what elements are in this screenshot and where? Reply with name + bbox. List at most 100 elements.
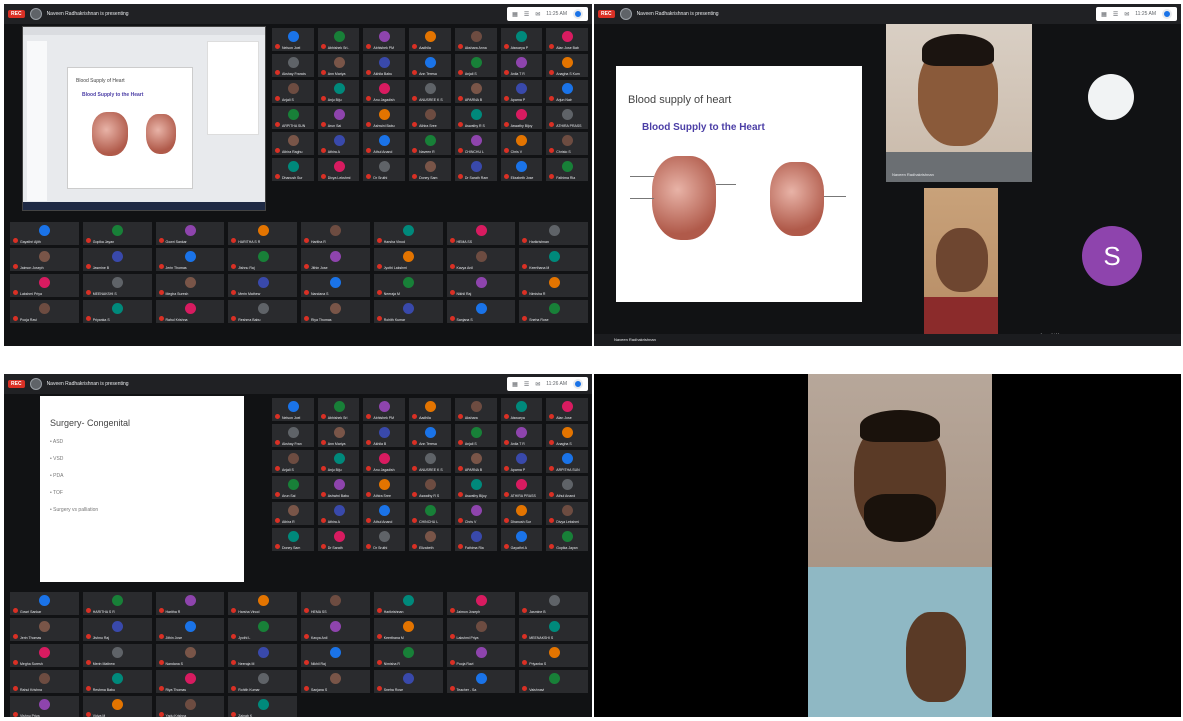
participant-tile[interactable]: Anjali S: [454, 54, 497, 77]
participant-tile[interactable]: Sneha Rose: [519, 300, 588, 323]
participant-tile[interactable]: Akhila Babu: [363, 54, 406, 77]
participant-tile[interactable]: Vishnu Priya: [10, 696, 79, 717]
user-avatar[interactable]: [573, 9, 583, 19]
participant-tile[interactable]: Dhanush Sur: [500, 502, 543, 525]
participant-tile[interactable]: ARPITHA SUN: [546, 450, 588, 473]
participant-tile[interactable]: Ann Teresa: [409, 54, 451, 77]
participant-tile[interactable]: Chris V: [500, 132, 543, 155]
layout-icon[interactable]: ▦: [512, 381, 518, 388]
participant-tile[interactable]: Kavya Anil: [301, 618, 370, 641]
participant-tile[interactable]: Anagha S: [546, 424, 588, 447]
participant-tile[interactable]: Arjun Nair: [546, 80, 588, 103]
participant-tile[interactable]: Christo S: [546, 132, 588, 155]
participant-tile[interactable]: Abhishek Sri..: [317, 28, 360, 51]
user-avatar[interactable]: [1162, 9, 1172, 19]
participant-tile[interactable]: Pooja Ravi: [446, 644, 516, 667]
participant-tile[interactable]: Athira Sree: [409, 106, 451, 129]
participant-tile[interactable]: Priyanka S: [519, 644, 588, 667]
participant-tile[interactable]: Gopika Jayan: [82, 222, 152, 245]
participant-tile[interactable]: Zainab K: [228, 696, 297, 717]
participant-tile[interactable]: Keerthana M: [373, 618, 443, 641]
participant-tile[interactable]: CHINCHU L: [409, 502, 451, 525]
participant-tile[interactable]: ATHIRA PRASS: [500, 476, 543, 499]
participant-tile[interactable]: Teacher - Sa: [446, 670, 516, 693]
participant-video-1[interactable]: [886, 24, 1032, 182]
participant-tile[interactable]: MEENAKSHI S: [519, 618, 588, 641]
participant-tile[interactable]: Akhila B: [363, 424, 406, 447]
participant-tile[interactable]: Rohith Kumar: [228, 670, 297, 693]
participant-tile[interactable]: Gowri Sankar: [10, 592, 79, 615]
participant-tile[interactable]: Jasmine B: [82, 248, 152, 271]
participant-tile[interactable]: ANUSREE K S: [409, 450, 451, 473]
participant-tile[interactable]: Keerthana M: [519, 248, 588, 271]
participant-tile[interactable]: Neeraja M: [228, 644, 297, 667]
participant-tile[interactable]: Jithin Jose: [155, 618, 225, 641]
participant-tile[interactable]: Jithin Jose: [301, 248, 370, 271]
participant-tile[interactable]: Gowri Sankar: [155, 222, 225, 245]
participant-tile[interactable]: Nelson Joel: [272, 28, 314, 51]
chat-icon[interactable]: ✉: [535, 381, 540, 388]
participant-tile[interactable]: Nimisha R: [519, 274, 588, 297]
participant-tile[interactable]: Chris V: [454, 502, 497, 525]
participant-tile[interactable]: Jaimon Joseph: [10, 248, 79, 271]
participant-tile[interactable]: Vaishnavi: [519, 670, 588, 693]
participant-tile[interactable]: Jyothi L: [228, 618, 297, 641]
participant-tile[interactable]: Anjali S: [272, 80, 314, 103]
participant-tile[interactable]: Sneha Rose: [373, 670, 443, 693]
participant-tile[interactable]: Jyothi Lakshmi: [373, 248, 443, 271]
participant-tile[interactable]: Harikrishnan: [519, 222, 588, 245]
participant-tile[interactable]: Anu Jagadish: [363, 80, 406, 103]
participant-tile[interactable]: Nimisha R: [373, 644, 443, 667]
participant-tile[interactable]: Akshay Francis: [272, 54, 314, 77]
participant-tile[interactable]: APARNA B: [454, 80, 497, 103]
participant-tile[interactable]: ATHIRA PRASS: [546, 106, 588, 129]
participant-tile[interactable]: Aparna P: [500, 80, 543, 103]
participant-tile[interactable]: Akshara: [454, 398, 497, 421]
participant-tile[interactable]: Jishnu Raj: [82, 618, 152, 641]
participant-tile[interactable]: Aiswarya P: [500, 28, 543, 51]
participant-tile[interactable]: Anjali S: [454, 424, 497, 447]
participant-tile[interactable]: Jerin Thomas: [155, 248, 225, 271]
participant-tile[interactable]: Merin Mathew: [228, 274, 297, 297]
user-avatar[interactable]: [573, 379, 583, 389]
people-icon[interactable]: ☰: [1113, 11, 1118, 18]
participant-tile[interactable]: Aiswarya: [500, 398, 543, 421]
participant-tile[interactable]: Aswathy R S: [409, 476, 451, 499]
participant-tile[interactable]: Anu Jagadish: [363, 450, 406, 473]
participant-tile[interactable]: Ashwini Babu: [317, 476, 360, 499]
chat-icon[interactable]: ✉: [1124, 11, 1129, 18]
participant-tile[interactable]: Sanjana S: [301, 670, 370, 693]
participant-tile[interactable]: Fathima Ria: [546, 158, 588, 181]
participant-tile[interactable]: Riya Thomas: [301, 300, 370, 323]
participant-tile[interactable]: Priyanka S: [82, 300, 152, 323]
participant-tile[interactable]: APARNA B: [454, 450, 497, 473]
participant-tile[interactable]: Naveen R: [409, 132, 451, 155]
participant-tile[interactable]: Vidya M: [82, 696, 152, 717]
participant-tile[interactable]: Arun Sai: [272, 476, 314, 499]
participant-tile[interactable]: Merin Mathew: [82, 644, 152, 667]
participant-tile[interactable]: Harsha Vinod: [373, 222, 443, 245]
participant-tile[interactable]: HARITHA S R: [82, 592, 152, 615]
participant-tile[interactable]: Athira A: [317, 502, 360, 525]
participant-tile[interactable]: Nandana S: [301, 274, 370, 297]
participant-tile[interactable]: Akshara Anna: [454, 28, 497, 51]
participant-tile[interactable]: Aswathy Bijoy: [454, 476, 497, 499]
participant-tile[interactable]: Lakshmi Priya: [446, 618, 516, 641]
participant-tile[interactable]: Arun Sai: [317, 106, 360, 129]
participant-video-2[interactable]: [924, 188, 998, 343]
participant-tile[interactable]: Athira Sree: [363, 476, 406, 499]
participant-tile[interactable]: Haritha R: [155, 592, 225, 615]
participant-tile[interactable]: Aswathy R S: [454, 106, 497, 129]
participant-tile[interactable]: Aadhila: [409, 28, 451, 51]
participant-tile[interactable]: Anju Biju: [317, 450, 360, 473]
participant-tile[interactable]: Divya Lekshmi: [317, 158, 360, 181]
participant-tile[interactable]: Doney Sam: [409, 158, 451, 181]
participant-tile[interactable]: HARITHA S R: [228, 222, 297, 245]
participant-tile[interactable]: Harsha Vinod: [228, 592, 297, 615]
participant-tile[interactable]: Akshay Fran: [272, 424, 314, 447]
participant-tile[interactable]: Fathima Ria: [454, 528, 497, 551]
participant-tile[interactable]: Jerin Thomas: [10, 618, 79, 641]
participant-tile[interactable]: Reshma Babu: [82, 670, 152, 693]
participant-tile[interactable]: Dr Sarath: [317, 528, 360, 551]
layout-icon[interactable]: ▦: [1101, 11, 1107, 18]
